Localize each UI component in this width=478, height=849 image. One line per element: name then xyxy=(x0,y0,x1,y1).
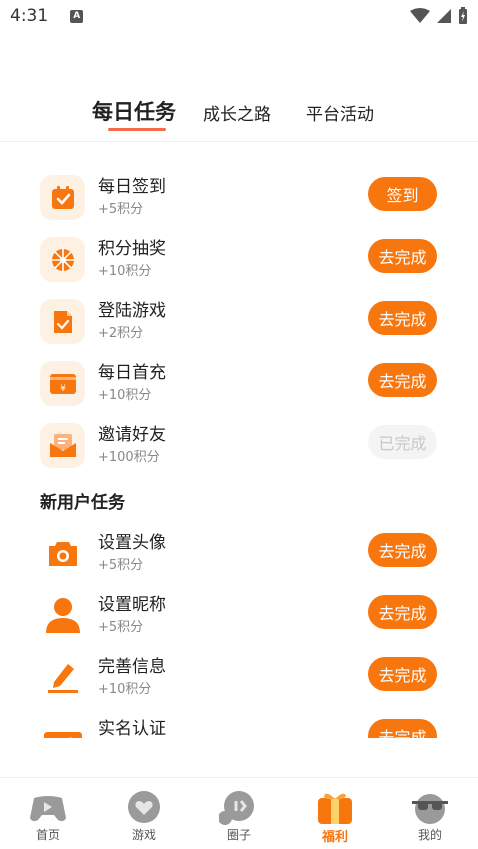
task-item-login-game: 登陆游戏 +2积分 去完成 xyxy=(0,292,478,348)
tab-growth-path[interactable]: 成长之路 xyxy=(203,100,271,125)
wallet-yuan-icon: ¥ xyxy=(40,361,85,406)
notification-badge-icon: A xyxy=(70,9,84,23)
task-points: +2积分 xyxy=(98,326,144,341)
invite-envelope-icon xyxy=(40,423,85,468)
task-title: 完善信息 xyxy=(98,657,166,677)
go-complete-button[interactable]: 去完成 xyxy=(368,363,437,397)
nav-label: 福利 xyxy=(321,830,348,845)
nav-label: 首页 xyxy=(35,828,60,842)
task-title: 设置昵称 xyxy=(98,595,166,615)
go-complete-button[interactable]: 去完成 xyxy=(368,657,437,691)
new-user-section-title: 新用户任务 xyxy=(40,493,125,513)
task-title: 登陆游戏 xyxy=(98,301,166,321)
signal-icon xyxy=(437,9,451,23)
task-item-set-nickname: 设置昵称 +5积分 去完成 xyxy=(0,586,478,642)
task-points: +5积分 xyxy=(98,202,144,217)
nav-games[interactable]: 游戏 xyxy=(96,778,192,849)
nav-label: 圈子 xyxy=(226,828,251,842)
camera-icon xyxy=(40,530,85,575)
document-check-icon xyxy=(40,299,85,344)
wifi-icon xyxy=(410,8,430,23)
task-item-complete-info: 完善信息 +10积分 去完成 xyxy=(0,648,478,704)
task-points: +10积分 xyxy=(98,388,152,403)
nav-home[interactable]: 首页 xyxy=(0,778,96,849)
nav-welfare[interactable]: 福利 xyxy=(287,778,383,849)
task-points: +10积分 xyxy=(98,264,152,279)
tab-platform-events[interactable]: 平台活动 xyxy=(306,100,374,125)
go-complete-button[interactable]: 去完成 xyxy=(368,595,437,629)
chat-bubble-icon xyxy=(219,790,259,826)
task-points: +10积分 xyxy=(98,682,152,697)
go-complete-button[interactable]: 去完成 xyxy=(368,719,437,738)
task-item-first-recharge: ¥ 每日首充 +10积分 去完成 xyxy=(0,354,478,410)
go-complete-button[interactable]: 去完成 xyxy=(368,533,437,567)
sunglasses-face-icon xyxy=(410,790,450,826)
status-bar: 4:31 A xyxy=(0,0,478,32)
lottery-wheel-icon xyxy=(40,237,85,282)
active-tab-indicator xyxy=(108,128,166,131)
checkin-button[interactable]: 签到 xyxy=(368,177,437,211)
heart-bubble-icon xyxy=(124,790,164,826)
task-title: 邀请好友 xyxy=(98,425,166,445)
task-title: 设置头像 xyxy=(98,533,166,553)
nav-label: 游戏 xyxy=(131,828,156,842)
id-card-icon xyxy=(40,716,85,738)
battery-icon xyxy=(459,7,467,24)
svg-text:¥: ¥ xyxy=(60,384,66,394)
go-complete-button[interactable]: 去完成 xyxy=(368,301,437,335)
task-item-lottery: 积分抽奖 +10积分 去完成 xyxy=(0,230,478,286)
task-title: 积分抽奖 xyxy=(98,239,166,259)
nav-profile[interactable]: 我的 xyxy=(382,778,478,849)
completed-button: 已完成 xyxy=(368,425,437,459)
nav-label: 我的 xyxy=(417,828,442,842)
tab-bar: 每日任务 成长之路 平台活动 xyxy=(0,96,478,140)
task-title: 实名认证 xyxy=(98,719,166,738)
task-list[interactable]: 每日签到 +5积分 签到 积分抽奖 +10积分 去完成 登陆游戏 +2积分 去完… xyxy=(0,142,478,738)
status-time: 4:31 xyxy=(10,6,49,26)
task-points: +5积分 xyxy=(98,620,144,635)
task-title: 每日签到 xyxy=(98,177,166,197)
tab-daily-tasks[interactable]: 每日任务 xyxy=(92,96,176,126)
gift-icon xyxy=(315,790,355,826)
nav-circle[interactable]: 圈子 xyxy=(191,778,287,849)
task-title: 每日首充 xyxy=(98,363,166,383)
pencil-icon xyxy=(40,654,85,699)
bottom-nav: 首页 游戏 圈子 福利 我的 xyxy=(0,777,478,849)
task-points: +100积分 xyxy=(98,450,160,465)
task-points: +5积分 xyxy=(98,558,144,573)
user-icon xyxy=(40,592,85,637)
go-complete-button[interactable]: 去完成 xyxy=(368,239,437,273)
task-item-invite-friends: 邀请好友 +100积分 已完成 xyxy=(0,416,478,472)
calendar-check-icon xyxy=(40,175,85,220)
status-indicators xyxy=(410,7,468,25)
gamepad-icon xyxy=(28,790,68,826)
task-item-daily-checkin: 每日签到 +5积分 签到 xyxy=(0,168,478,224)
task-item-real-name-verify: 实名认证 去完成 xyxy=(0,710,478,738)
task-item-set-avatar: 设置头像 +5积分 去完成 xyxy=(0,524,478,580)
